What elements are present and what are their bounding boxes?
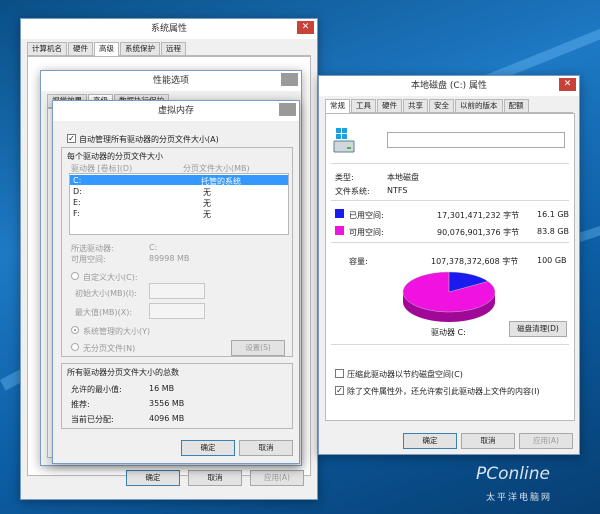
used-space-bytes: 17,301,471,232 字节 xyxy=(437,211,520,220)
divider xyxy=(331,242,569,243)
drive-row-letter: D: xyxy=(73,187,82,196)
tab-computer-name[interactable]: 计算机名 xyxy=(27,42,67,55)
capacity-gb: 100 GB xyxy=(537,256,567,265)
tab-system-protection[interactable]: 系统保护 xyxy=(120,42,160,55)
no-paging-label: 无分页文件(N) xyxy=(83,344,136,353)
drive-row-letter: E: xyxy=(73,198,81,207)
recommended-label: 推荐: xyxy=(71,400,90,409)
current-allocated-label: 当前已分配: xyxy=(71,415,114,424)
ok-button[interactable]: 确定 xyxy=(126,470,180,486)
compress-label: 压缩此驱动器以节约磁盘空间(C) xyxy=(347,370,463,379)
drive-icon xyxy=(333,128,355,153)
drive-row-size: 无 xyxy=(203,188,211,197)
virtual-memory-window: 虚拟内存 ✕ ✓ 自动管理所有驱动器的分页文件大小(A) 每个驱动器的分页文件大… xyxy=(52,100,300,464)
tab-advanced[interactable]: 高级 xyxy=(94,42,119,56)
filesystem-label: 文件系统: xyxy=(335,187,370,196)
ok-button[interactable]: 确定 xyxy=(181,440,235,456)
custom-size-radio[interactable] xyxy=(71,272,79,280)
used-space-swatch xyxy=(335,209,344,218)
min-allowed-label: 允许的最小值: xyxy=(71,385,122,394)
tab-tools[interactable]: 工具 xyxy=(351,99,376,112)
apply-button[interactable]: 应用(A) xyxy=(519,433,573,449)
disk-properties-tabs: 常规 工具 硬件 共享 安全 以前的版本 配额 xyxy=(325,99,573,113)
used-space-gb: 16.1 GB xyxy=(537,210,570,219)
pconline-watermark: PConline xyxy=(476,464,550,484)
min-allowed-value: 16 MB xyxy=(149,384,175,393)
virtual-memory-title: 虚拟内存 xyxy=(53,101,299,121)
no-paging-radio[interactable] xyxy=(71,343,79,351)
divider xyxy=(331,344,569,345)
auto-manage-label: 自动管理所有驱动器的分页文件大小(A) xyxy=(79,135,219,144)
cancel-button[interactable]: 取消 xyxy=(239,440,293,456)
drive-name-input[interactable] xyxy=(387,132,565,148)
selected-drive-value: C: xyxy=(149,243,158,252)
system-managed-radio[interactable] xyxy=(71,326,79,334)
close-icon[interactable]: ✕ xyxy=(559,78,576,91)
cancel-button[interactable]: 取消 xyxy=(188,470,242,486)
set-button[interactable]: 设置(S) xyxy=(231,340,285,356)
drive-letter-label: 驱动器 C: xyxy=(431,328,466,337)
available-space-label: 可用空间: xyxy=(71,255,106,264)
type-label: 类型: xyxy=(335,173,354,182)
total-paging-title: 所有驱动器分页文件大小的总数 xyxy=(67,368,179,377)
divider xyxy=(331,200,569,201)
compress-checkbox[interactable] xyxy=(335,369,344,378)
available-space-value: 89998 MB xyxy=(149,254,190,263)
selected-drive-label: 所选驱动器: xyxy=(71,244,114,253)
drive-paging-section-title: 每个驱动器的分页文件大小 xyxy=(67,152,163,161)
tab-disk-hardware[interactable]: 硬件 xyxy=(377,99,402,112)
drive-list-row[interactable] xyxy=(70,175,288,185)
max-size-input[interactable] xyxy=(149,303,205,319)
tab-sharing[interactable]: 共享 xyxy=(403,99,428,112)
disk-usage-pie xyxy=(402,271,496,322)
free-space-bytes: 90,076,901,376 字节 xyxy=(437,228,520,237)
drive-row-size: 无 xyxy=(203,199,211,208)
disk-cleanup-button[interactable]: 磁盘清理(D) xyxy=(509,321,567,337)
close-icon[interactable]: ✕ xyxy=(281,73,298,86)
system-managed-label: 系统管理的大小(Y) xyxy=(83,327,151,336)
custom-size-label: 自定义大小(C): xyxy=(83,273,138,282)
initial-size-label: 初始大小(MB)(I): xyxy=(75,289,137,298)
type-value: 本地磁盘 xyxy=(387,173,419,182)
drive-row-size: 无 xyxy=(203,210,211,219)
recommended-value: 3556 MB xyxy=(149,399,185,408)
free-space-gb: 83.8 GB xyxy=(537,227,570,236)
system-properties-tabs: 计算机名 硬件 高级 系统保护 远程 xyxy=(27,42,311,56)
pconline-watermark-sub: 太平洋电脑网 xyxy=(486,493,553,503)
current-allocated-value: 4096 MB xyxy=(149,414,185,423)
tab-security[interactable]: 安全 xyxy=(429,99,454,112)
capacity-bytes: 107,378,372,608 字节 xyxy=(431,257,519,266)
performance-options-title: 性能选项 xyxy=(41,71,301,91)
close-icon[interactable]: ✕ xyxy=(279,103,296,116)
capacity-label: 容量: xyxy=(349,257,368,266)
ok-button[interactable]: 确定 xyxy=(403,433,457,449)
tab-general[interactable]: 常规 xyxy=(325,99,350,113)
system-properties-title: 系统属性 xyxy=(21,19,317,39)
filesystem-value: NTFS xyxy=(387,186,408,195)
initial-size-input[interactable] xyxy=(149,283,205,299)
free-space-label: 可用空间: xyxy=(349,228,384,237)
drive-row-size: 托管的系统 xyxy=(201,177,241,186)
max-size-label: 最大值(MB)(X): xyxy=(75,308,133,317)
disk-properties-title: 本地磁盘 (C:) 属性 xyxy=(319,76,579,96)
tab-hardware[interactable]: 硬件 xyxy=(68,42,93,55)
cancel-button[interactable]: 取消 xyxy=(461,433,515,449)
close-icon[interactable]: ✕ xyxy=(297,21,314,34)
disk-properties-window: 本地磁盘 (C:) 属性 ✕ 常规 工具 硬件 共享 安全 以前的版本 配额 类… xyxy=(318,75,580,455)
drive-row-letter: F: xyxy=(73,209,80,218)
index-checkbox[interactable]: ✓ xyxy=(335,386,344,395)
tab-quota[interactable]: 配额 xyxy=(503,99,529,112)
drive-row-letter: C: xyxy=(73,176,82,185)
auto-manage-checkbox[interactable]: ✓ xyxy=(67,134,76,143)
used-space-label: 已用空间: xyxy=(349,211,384,220)
index-label: 除了文件属性外，还允许索引此驱动器上文件的内容(I) xyxy=(347,387,540,396)
tab-remote[interactable]: 远程 xyxy=(161,42,186,55)
divider xyxy=(331,163,569,164)
tab-previous-versions[interactable]: 以前的版本 xyxy=(455,99,503,112)
apply-button[interactable]: 应用(A) xyxy=(250,470,304,486)
free-space-swatch xyxy=(335,226,344,235)
